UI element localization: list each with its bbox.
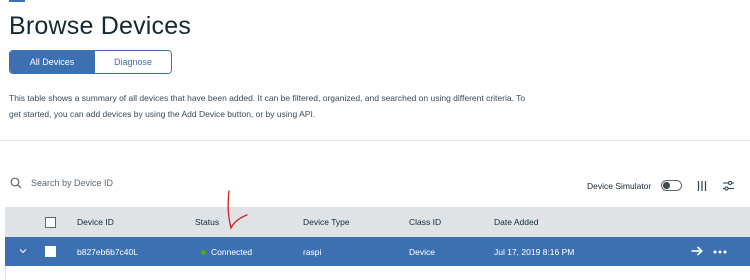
page-description: This table shows a summary of all device… xyxy=(9,93,526,119)
device-simulator-toggle[interactable] xyxy=(661,180,682,191)
sliders-icon[interactable] xyxy=(722,180,735,192)
tab-all-devices[interactable]: All Devices xyxy=(10,51,94,73)
section-divider xyxy=(0,140,750,141)
column-header-class-id[interactable]: Class ID xyxy=(409,217,441,227)
tab-diagnose[interactable]: Diagnose xyxy=(94,51,171,73)
select-all-checkbox[interactable] xyxy=(45,217,56,228)
column-header-device-id[interactable]: Device ID xyxy=(77,217,114,227)
view-tabs: All Devices Diagnose xyxy=(9,50,172,74)
toggle-knob xyxy=(663,182,670,189)
chevron-down-icon[interactable] xyxy=(19,248,27,254)
device-simulator-label: Device Simulator xyxy=(587,181,652,191)
arrow-right-icon[interactable] xyxy=(691,246,703,256)
cell-device-type: raspi xyxy=(303,247,322,257)
column-header-status[interactable]: Status xyxy=(195,217,219,227)
columns-icon[interactable] xyxy=(697,180,707,192)
page-title: Browse Devices xyxy=(9,12,192,40)
cell-date-added: Jul 17, 2019 8:16 PM xyxy=(494,247,575,257)
table-row[interactable]: b827eb6b7c40L Connected raspi Device Jul… xyxy=(5,237,750,266)
cell-class-id: Device xyxy=(409,247,435,257)
search-bar xyxy=(10,175,310,191)
cell-device-id: b827eb6b7c40L xyxy=(77,247,138,257)
expanded-row-area xyxy=(5,266,750,280)
top-accent-bar xyxy=(9,0,25,2)
table-header: Device ID Status Device Type Class ID Da… xyxy=(5,207,750,237)
row-checkbox[interactable] xyxy=(45,246,56,257)
cell-status: Connected xyxy=(211,247,253,257)
search-input[interactable] xyxy=(31,178,281,188)
status-indicator xyxy=(201,250,206,255)
overflow-menu-icon[interactable] xyxy=(713,250,727,254)
column-header-device-type[interactable]: Device Type xyxy=(303,217,350,227)
search-icon xyxy=(10,177,22,189)
column-header-date-added[interactable]: Date Added xyxy=(494,217,538,227)
